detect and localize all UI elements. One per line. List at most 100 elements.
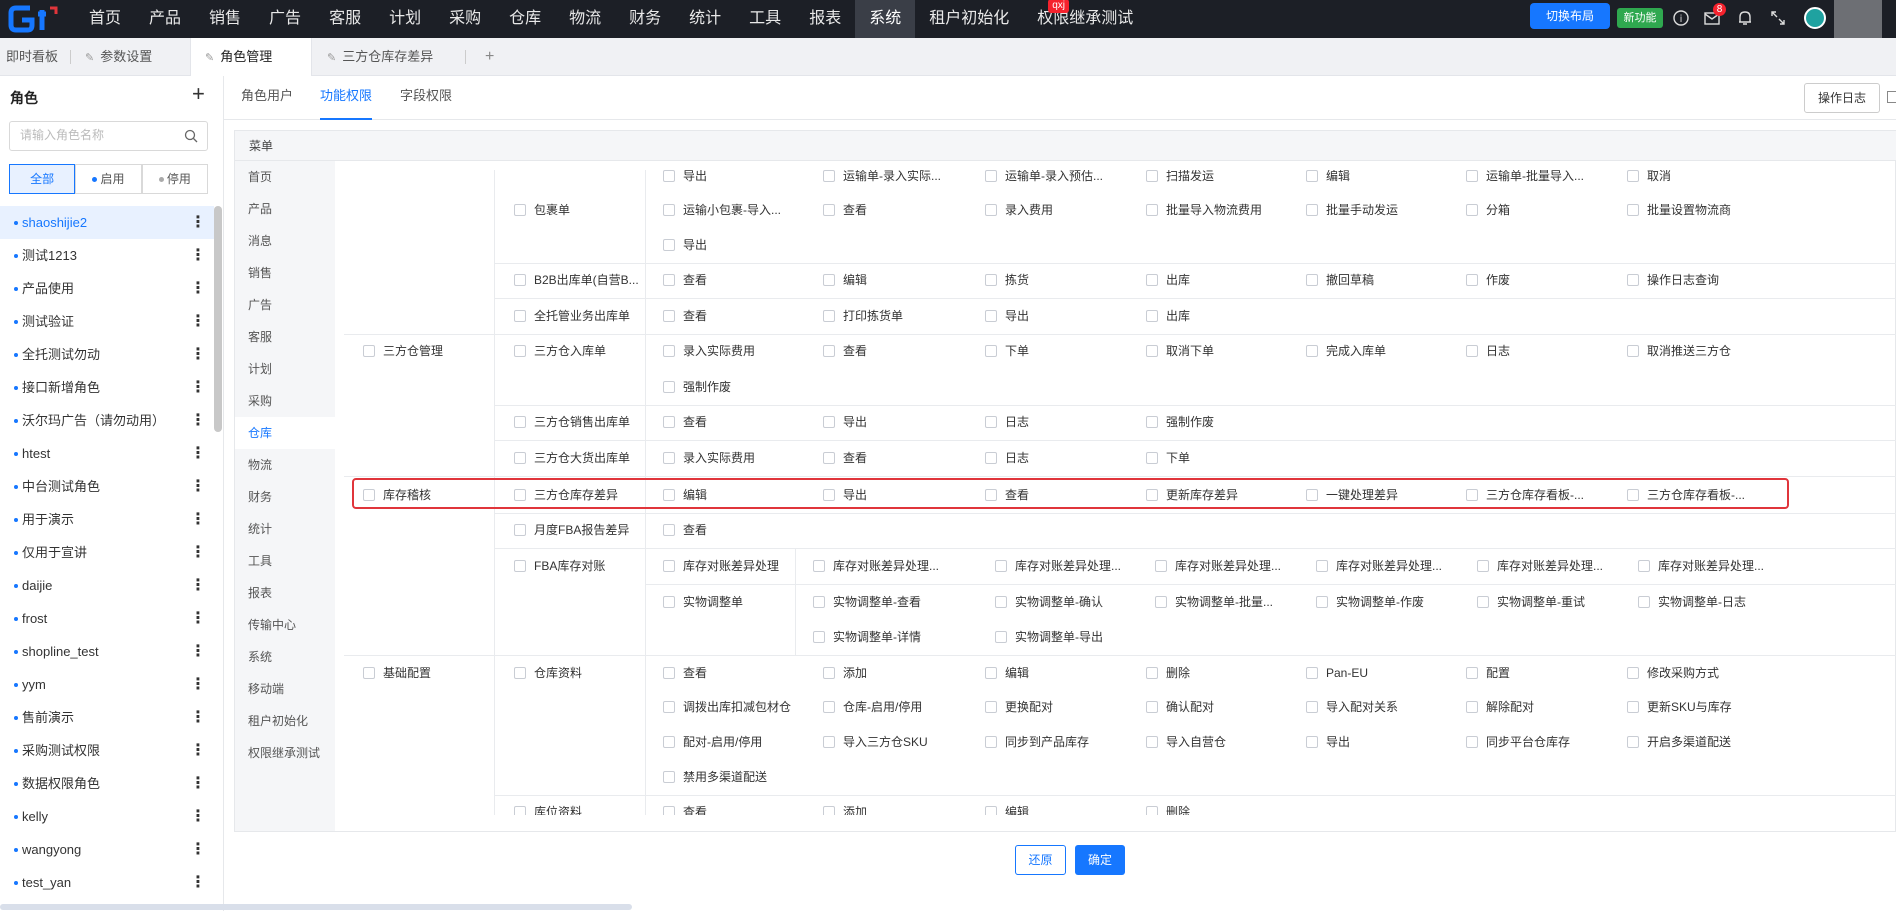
permission-item[interactable]: 查看 — [663, 272, 707, 288]
checkbox[interactable] — [823, 309, 835, 322]
checkbox[interactable] — [1316, 595, 1328, 608]
more-icon[interactable]: ⋮ — [190, 635, 206, 668]
page-permission[interactable]: 三方仓销售出库单 — [514, 414, 630, 430]
permission-item[interactable]: 确认配对 — [1146, 699, 1214, 715]
sub-page-permission[interactable]: 实物调整单 — [663, 594, 743, 610]
checkbox[interactable] — [514, 805, 526, 815]
permission-item[interactable]: 库存对账差异处理... — [1155, 558, 1281, 574]
checkbox[interactable] — [813, 630, 825, 643]
module-menu-item[interactable]: 仓库 — [235, 417, 335, 449]
add-role-button[interactable]: + — [192, 81, 205, 107]
module-menu-item[interactable]: 产品 — [235, 193, 335, 225]
checkbox[interactable] — [1146, 273, 1158, 286]
permission-item[interactable]: 同步到产品库存 — [985, 734, 1089, 750]
role-item[interactable]: frost ⋮ — [0, 602, 214, 635]
checkbox[interactable] — [514, 273, 526, 286]
more-icon[interactable]: ⋮ — [190, 371, 206, 404]
checkbox[interactable] — [823, 203, 835, 216]
permission-item[interactable]: 更换配对 — [985, 699, 1053, 715]
checkbox[interactable] — [514, 666, 526, 679]
checkbox[interactable] — [514, 344, 526, 357]
fullscreen-icon[interactable] — [1769, 9, 1787, 27]
group-permission[interactable]: 基础配置 — [363, 665, 431, 681]
role-item[interactable]: 测试验证 ⋮ — [0, 305, 214, 338]
tab-dashboard[interactable]: 即时看板 — [6, 38, 58, 76]
page-permission[interactable]: 仓库资料 — [514, 665, 582, 681]
tab-role-users[interactable]: 角色用户 — [241, 76, 293, 120]
checkbox[interactable] — [363, 666, 375, 679]
checkbox[interactable] — [663, 595, 675, 608]
permission-item[interactable]: 同步平台仓库存 — [1466, 734, 1570, 750]
more-icon[interactable]: ⋮ — [190, 503, 206, 536]
checkbox[interactable] — [514, 559, 526, 572]
nav-item[interactable]: 工具 — [735, 0, 795, 38]
checkbox[interactable] — [1477, 559, 1489, 572]
page-permission[interactable]: B2B出库单(自营B... — [514, 272, 639, 288]
module-menu-item[interactable]: 工具 — [235, 545, 335, 577]
checkbox[interactable] — [663, 666, 675, 679]
page-permission[interactable]: 三方仓入库单 — [514, 343, 606, 359]
checkbox[interactable] — [1146, 170, 1158, 182]
checkbox[interactable] — [514, 415, 526, 428]
permission-item[interactable]: 禁用多渠道配送 — [663, 769, 767, 785]
permission-item[interactable]: 编辑 — [1306, 170, 1350, 184]
checkbox[interactable] — [1316, 559, 1328, 572]
permission-item[interactable]: 实物调整单-查看 — [813, 594, 921, 610]
checkbox[interactable] — [1146, 451, 1158, 464]
checkbox[interactable] — [985, 309, 997, 322]
nav-item[interactable]: 广告 — [255, 0, 315, 38]
more-icon[interactable]: ⋮ — [190, 536, 206, 569]
permission-item[interactable]: 导出 — [1306, 734, 1350, 750]
checkbox[interactable] — [823, 666, 835, 679]
permission-item[interactable]: 批量导入物流费用 — [1146, 202, 1262, 218]
nav-item[interactable]: 首页 — [75, 0, 135, 38]
module-menu-item[interactable]: 采购 — [235, 385, 335, 417]
permission-item[interactable]: 开启多渠道配送 — [1627, 734, 1731, 750]
checkbox[interactable] — [985, 805, 997, 815]
module-menu-item[interactable]: 租户初始化 — [235, 705, 335, 737]
nav-item[interactable]: 权限继承测试 qxj — [1023, 0, 1147, 38]
checkbox[interactable] — [1155, 595, 1167, 608]
more-icon[interactable]: ⋮ — [190, 602, 206, 635]
module-menu-item[interactable]: 系统 — [235, 641, 335, 673]
permission-item[interactable]: 运输小包裹-导入... — [663, 202, 781, 218]
permission-item[interactable]: 拣货 — [985, 272, 1029, 288]
permission-item[interactable]: 运输单-批量导入... — [1466, 170, 1584, 184]
checkbox[interactable] — [1306, 344, 1318, 357]
permission-item[interactable]: 库存对账差异处理... — [1316, 558, 1442, 574]
checkbox[interactable] — [663, 344, 675, 357]
checkbox[interactable] — [1306, 735, 1318, 748]
checkbox[interactable] — [985, 344, 997, 357]
role-item[interactable]: 数据权限角色 ⋮ — [0, 767, 214, 800]
checkbox[interactable] — [985, 700, 997, 713]
permission-item[interactable]: 取消 — [1627, 170, 1671, 184]
checkbox[interactable] — [985, 451, 997, 464]
checkbox[interactable] — [663, 238, 675, 251]
module-menu-item[interactable]: 广告 — [235, 289, 335, 321]
checkbox[interactable] — [985, 273, 997, 286]
permission-item[interactable]: 导入配对关系 — [1306, 699, 1398, 715]
permission-item[interactable]: 日志 — [1466, 343, 1510, 359]
more-icon[interactable]: ⋮ — [190, 800, 206, 833]
permission-item[interactable]: 运输单-录入预估... — [985, 170, 1103, 184]
checkbox[interactable] — [1627, 666, 1639, 679]
permission-item[interactable]: 查看 — [823, 450, 867, 466]
checkbox[interactable] — [995, 595, 1007, 608]
role-item[interactable]: kelly ⋮ — [0, 800, 214, 833]
more-icon[interactable]: ⋮ — [190, 668, 206, 701]
permission-item[interactable]: 配置 — [1466, 665, 1510, 681]
page-permission[interactable]: 库位资料 — [514, 804, 582, 815]
role-item[interactable]: 仅用于宣讲 ⋮ — [0, 536, 214, 569]
nav-item[interactable]: 客服 — [315, 0, 375, 38]
module-menu-item[interactable]: 移动端 — [235, 673, 335, 705]
role-item[interactable]: 中台测试角色 ⋮ — [0, 470, 214, 503]
more-icon[interactable]: ⋮ — [190, 239, 206, 272]
checkbox[interactable] — [514, 309, 526, 322]
checkbox[interactable] — [1638, 595, 1650, 608]
module-menu-item[interactable]: 首页 — [235, 161, 335, 193]
checkbox[interactable] — [663, 805, 675, 815]
permission-item[interactable]: 实物调整单-作废 — [1316, 594, 1424, 610]
more-icon[interactable]: ⋮ — [190, 206, 206, 239]
checkbox[interactable] — [823, 805, 835, 815]
permission-item[interactable]: 编辑 — [823, 272, 867, 288]
